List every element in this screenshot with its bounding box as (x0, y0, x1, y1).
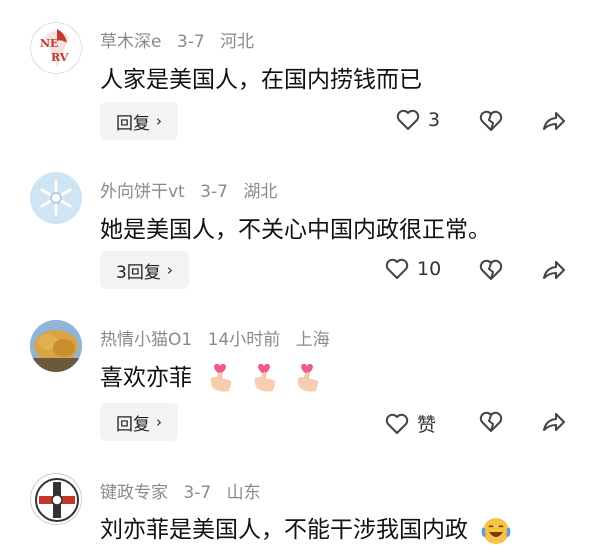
like-count: 赞 (417, 414, 437, 436)
chevron-right-icon: › (156, 413, 162, 431)
comment-meta: 外向饼干vt 3-7 湖北 (100, 177, 287, 202)
comment-location: 河北 (220, 32, 255, 52)
like-button[interactable]: 赞 (385, 410, 436, 437)
nerv-logo-icon: NE RV (32, 24, 81, 73)
comment-meta: 草木深e 3-7 河北 (100, 27, 264, 52)
reply-button[interactable]: 回复 › (100, 102, 178, 140)
heart-outline-icon (385, 258, 409, 279)
emblem-icon (32, 475, 81, 524)
chevron-right-icon: › (166, 261, 173, 279)
username[interactable]: 键政专家 (100, 483, 168, 503)
reply-label: 3回复 (116, 262, 161, 283)
comment-date: 3-7 (176, 32, 205, 52)
avatar[interactable] (30, 320, 82, 372)
svg-text:NE: NE (40, 37, 58, 50)
reply-label: 回复 (116, 113, 150, 134)
comment-date: 3-7 (200, 182, 228, 202)
avatar[interactable] (30, 172, 82, 224)
like-count: 3 (428, 109, 441, 131)
share-arrow-icon[interactable] (541, 259, 567, 281)
username[interactable]: 草木深e (100, 32, 161, 52)
share-arrow-icon[interactable] (541, 110, 567, 132)
broken-heart-icon[interactable] (479, 411, 503, 433)
heart-outline-icon (385, 413, 409, 434)
comment-text: 刘亦菲是美国人，不能干涉我国内政 (100, 510, 511, 546)
reply-button[interactable]: 3回复 › (100, 251, 189, 289)
comment-text-content: 喜欢亦菲 (100, 365, 192, 391)
finger-heart-emoji-icon (254, 363, 275, 392)
heart-outline-icon (396, 109, 420, 130)
reply-label: 回复 (116, 414, 150, 435)
comment-text: 她是美国人，不关心中国内政很正常。 (100, 217, 491, 243)
username[interactable]: 外向饼干vt (100, 182, 185, 202)
like-button[interactable]: 3 (396, 109, 440, 131)
comment-text: 喜欢亦菲 (100, 358, 322, 394)
username[interactable]: 热情小猫O1 (100, 330, 192, 350)
comment-text: 人家是美国人，在国内捞钱而已 (100, 67, 422, 93)
comment-date: 14小时前 (207, 330, 281, 350)
broken-heart-icon[interactable] (479, 110, 503, 132)
share-arrow-icon[interactable] (541, 411, 567, 433)
like-button[interactable]: 10 (385, 258, 441, 280)
comment-location: 上海 (295, 330, 330, 350)
broken-heart-icon[interactable] (479, 259, 503, 281)
chevron-right-icon: › (156, 112, 162, 130)
reply-button[interactable]: 回复 › (100, 403, 178, 441)
comment-text-content: 刘亦菲是美国人，不能干涉我国内政 (100, 517, 468, 543)
laughing-crying-emoji-icon (482, 517, 511, 544)
comment-date: 3-7 (183, 483, 212, 503)
finger-heart-emoji-icon (211, 363, 232, 392)
comment-meta: 热情小猫O1 14小时前 上海 (100, 325, 340, 350)
comment-location: 湖北 (243, 182, 278, 202)
snowflake-icon (30, 172, 82, 224)
like-count: 10 (417, 258, 442, 280)
svg-text:RV: RV (51, 51, 69, 64)
comment-location: 山东 (226, 483, 261, 503)
finger-heart-emoji-icon (297, 363, 319, 392)
autumn-tree-icon (30, 320, 82, 372)
comment-meta: 键政专家 3-7 山东 (100, 478, 271, 503)
avatar[interactable]: NE RV (30, 22, 82, 74)
avatar[interactable] (30, 473, 82, 525)
